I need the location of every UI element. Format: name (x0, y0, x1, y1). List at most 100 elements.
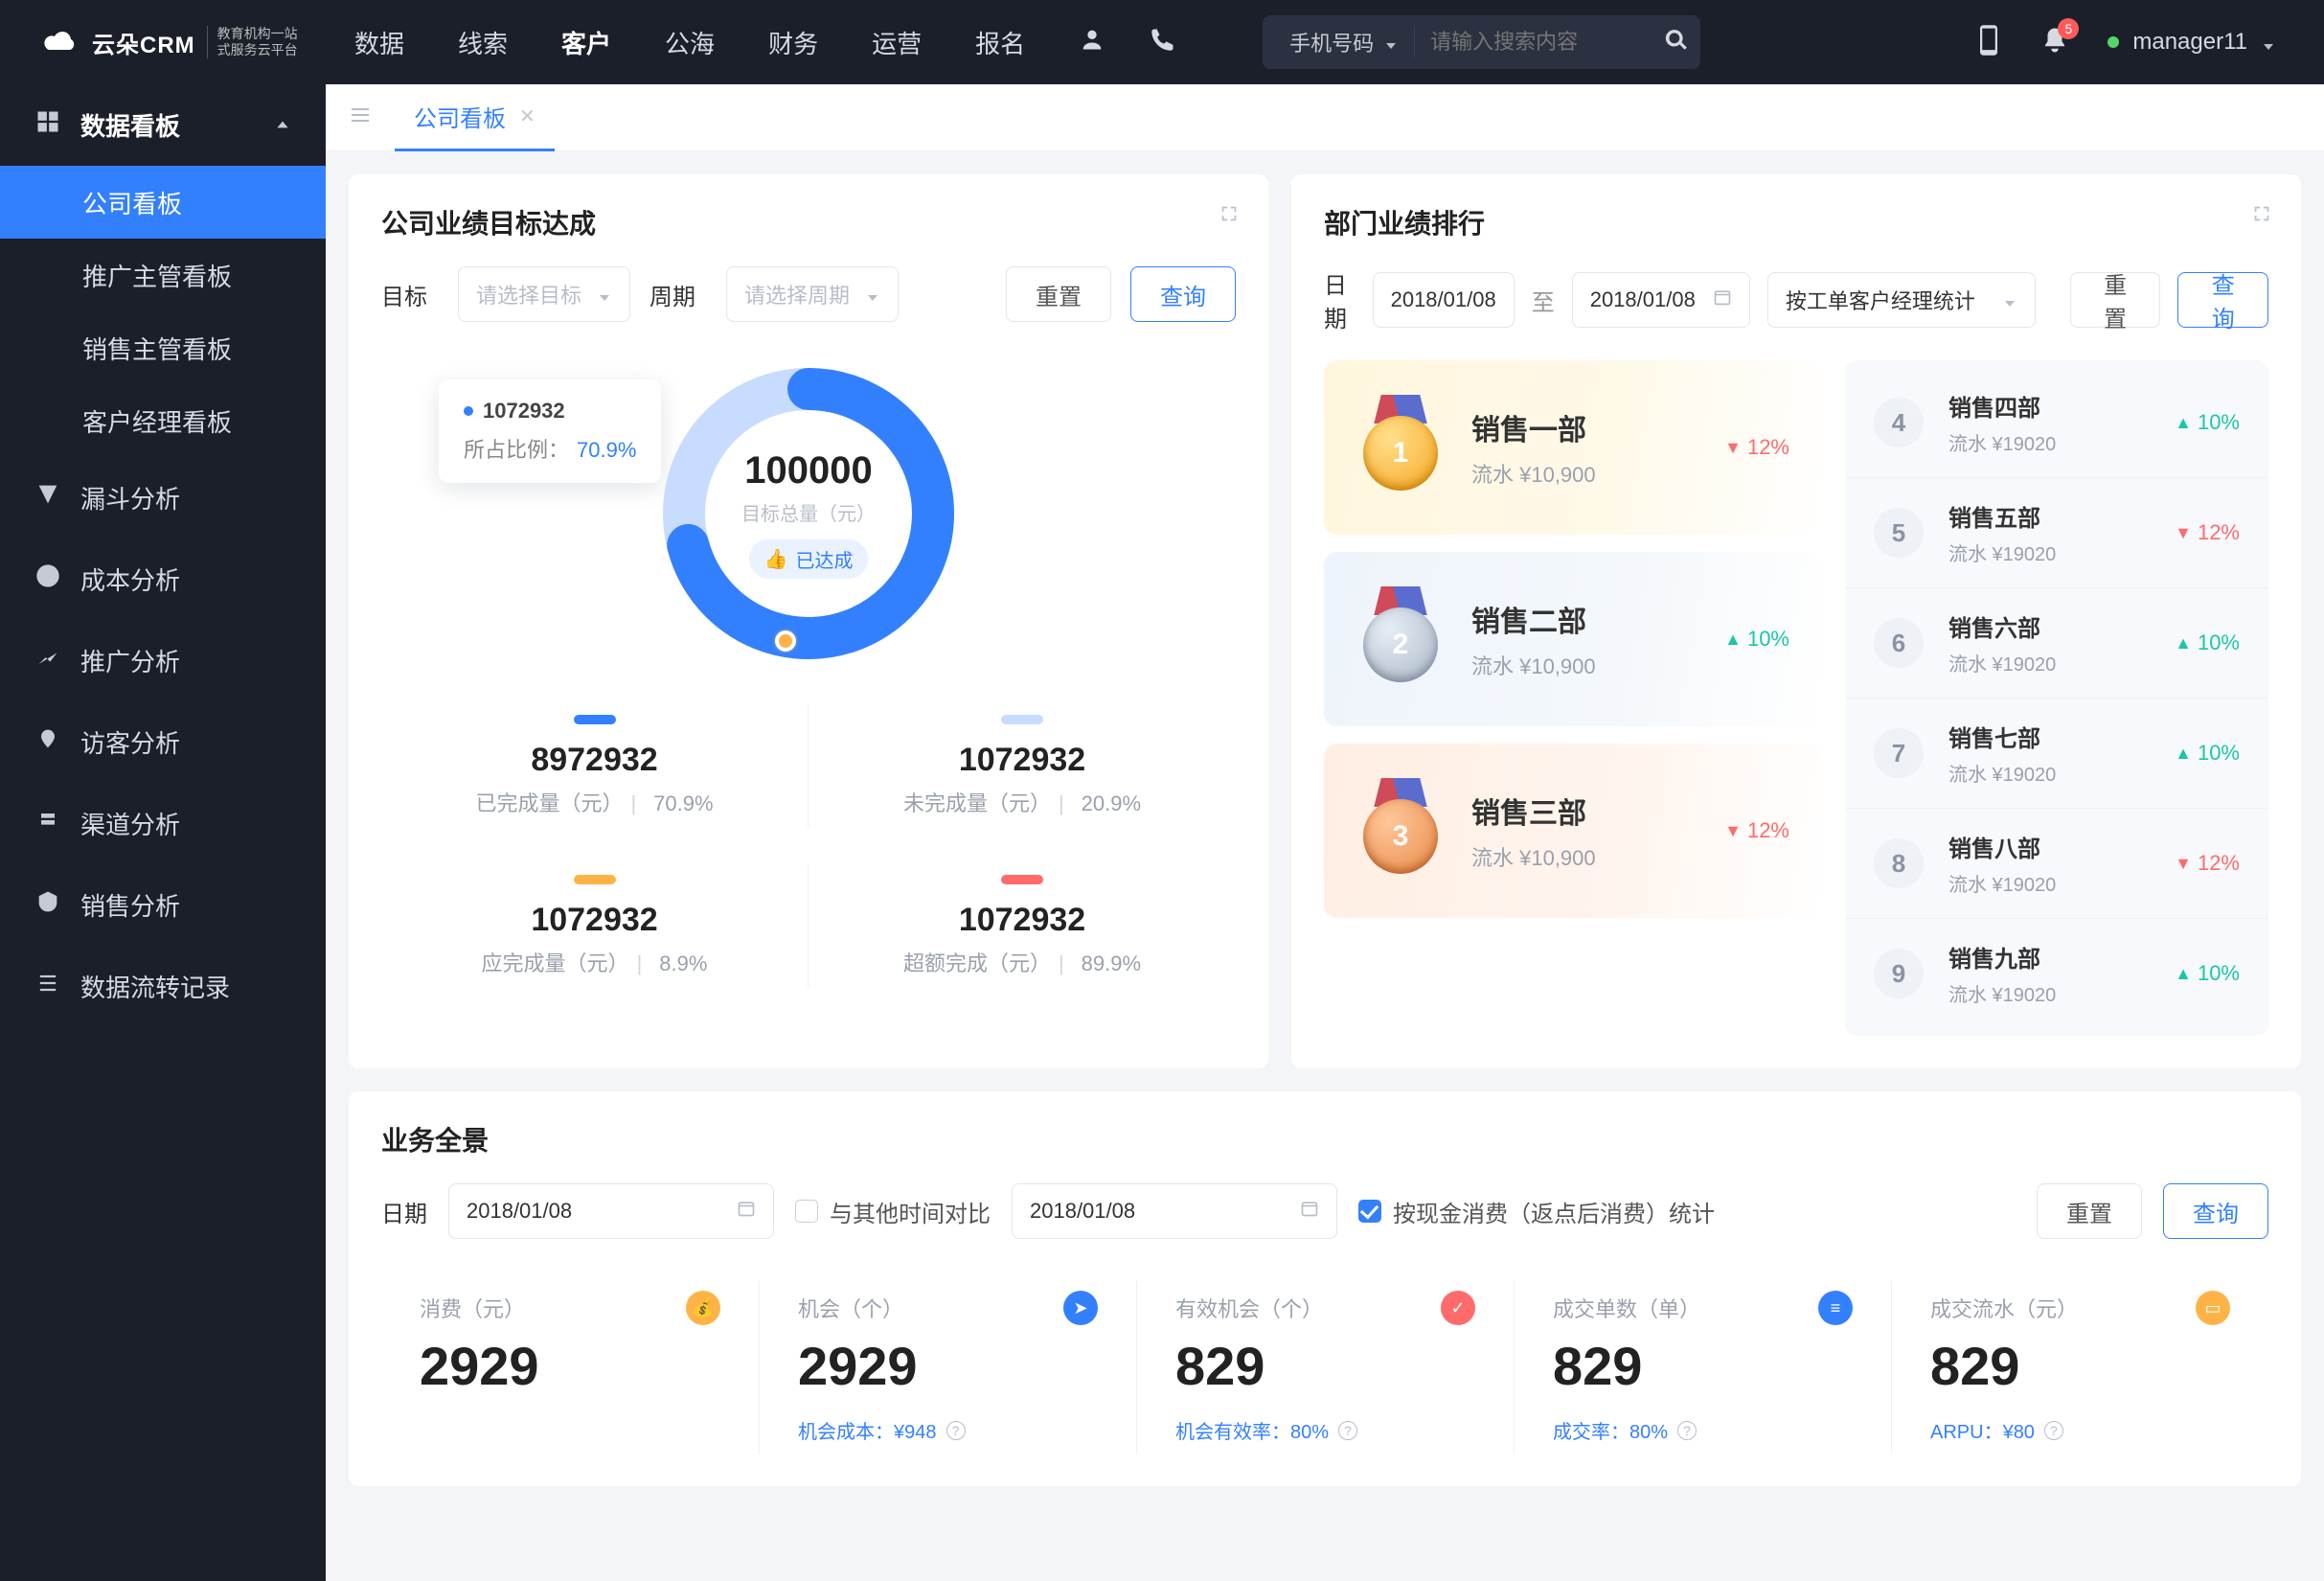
logo[interactable]: 云朵CRM 教育机构一站式服务云平台 (0, 26, 326, 59)
compare-checkbox[interactable]: 与其他时间对比 (795, 1195, 991, 1228)
nav-公海[interactable]: 公海 (665, 25, 715, 60)
overview-date1-input[interactable]: 2018/01/08 (448, 1183, 774, 1239)
target-select[interactable]: 请选择目标 (458, 266, 630, 322)
trend-up-icon: ▲10% (2175, 961, 2240, 986)
user-icon[interactable] (1079, 26, 1105, 59)
sidebar-icon (34, 888, 61, 922)
tabbar: 公司看板✕ (326, 84, 2324, 151)
metric-bar-icon (574, 715, 616, 724)
bell-icon[interactable]: 5 (2040, 26, 2069, 59)
search-icon[interactable] (1664, 28, 1689, 57)
query-button[interactable]: 查询 (1130, 266, 1236, 322)
donut-center-value: 100000 (744, 449, 872, 493)
tab-0[interactable]: 公司看板✕ (395, 84, 555, 151)
podium-card-2[interactable]: 2销售二部流水 ¥10,900▲10% (1324, 552, 1822, 726)
status-dot-icon (2108, 36, 2119, 48)
device-icon[interactable] (1975, 23, 2002, 62)
sidebar-item-4[interactable]: 渠道分析 (0, 783, 326, 864)
bullet-icon (464, 406, 473, 416)
overview-title: 业务全景 (381, 1120, 2268, 1158)
nav-报名[interactable]: 报名 (975, 25, 1025, 60)
overview-date2-input[interactable]: 2018/01/08 (1012, 1183, 1337, 1239)
rank-row-7[interactable]: 7销售七部流水 ¥19020▲10% (1845, 698, 2268, 808)
query-button[interactable]: 查询 (2177, 272, 2268, 328)
trend-down-icon: ▼12% (1724, 818, 1789, 843)
help-icon[interactable]: ? (2044, 1421, 2063, 1440)
sidebar-sub-0[interactable]: 公司看板 (0, 166, 326, 239)
rank-row-6[interactable]: 6销售六部流水 ¥19020▲10% (1845, 587, 2268, 698)
chevron-down-icon (1383, 34, 1399, 50)
nav-运营[interactable]: 运营 (872, 25, 922, 60)
rank-row-4[interactable]: 4销售四部流水 ¥19020▲10% (1845, 368, 2268, 477)
medal-silver-icon: 2 (1356, 586, 1445, 692)
period-select[interactable]: 请选择周期 (726, 266, 899, 322)
stat-icon: ✓ (1441, 1291, 1475, 1325)
cash-stat-checkbox[interactable]: 按现金消费（返点后消费）统计 (1358, 1195, 1715, 1228)
trend-down-icon: ▼12% (2175, 851, 2240, 876)
expand-icon[interactable] (2251, 203, 2272, 229)
sidebar-item-0[interactable]: 漏斗分析 (0, 457, 326, 538)
stat-icon: 💰 (686, 1291, 720, 1325)
rank-list: 4销售四部流水 ¥19020▲10%5销售五部流水 ¥19020▼12%6销售六… (1845, 360, 2268, 1036)
user-menu[interactable]: manager11 (2108, 29, 2276, 56)
sidebar-sub-2[interactable]: 销售主管看板 (0, 311, 326, 384)
sidebar-icon (34, 481, 61, 515)
sidebar-sub-1[interactable]: 推广主管看板 (0, 239, 326, 311)
nav-数据[interactable]: 数据 (354, 25, 404, 60)
overview-card: 业务全景 日期 2018/01/08 与其他时间对比 2018/01/08 按现… (349, 1091, 2301, 1486)
rank-number: 7 (1874, 728, 1924, 778)
expand-icon[interactable] (1219, 203, 1240, 229)
reset-button[interactable]: 重置 (1006, 266, 1111, 322)
stat-0: 消费（元）💰2929 (381, 1281, 759, 1454)
date-to-input[interactable]: 2018/01/08 (1572, 272, 1750, 328)
statby-select[interactable]: 按工单客户经理统计 (1767, 272, 2036, 328)
stat-icon: ▭ (2196, 1291, 2230, 1325)
stat-4: 成交流水（元）▭829ARPU：¥80? (1891, 1281, 2268, 1454)
podium-card-1[interactable]: 1销售一部流水 ¥10,900▼12% (1324, 360, 1822, 535)
goal-metric-3: 1072932超额完成（元）|89.9% (809, 865, 1236, 987)
sidebar-item-3[interactable]: 访客分析 (0, 701, 326, 783)
nav-线索[interactable]: 线索 (458, 25, 508, 60)
sidebar-sub-3[interactable]: 客户经理看板 (0, 384, 326, 457)
sidebar-item-6[interactable]: 数据流转记录 (0, 946, 326, 1027)
help-icon[interactable]: ? (1338, 1421, 1357, 1440)
nav-财务[interactable]: 财务 (768, 25, 818, 60)
search-type-select[interactable]: 手机号码 (1274, 27, 1415, 57)
reset-button[interactable]: 重置 (2037, 1183, 2142, 1239)
rank-row-8[interactable]: 8销售八部流水 ¥19020▼12% (1845, 808, 2268, 918)
goal-card-title: 公司业绩目标达成 (381, 203, 1236, 241)
sidebar-item-1[interactable]: 成本分析 (0, 538, 326, 620)
main: 公司看板✕ 公司业绩目标达成 目标 请选择目标 周期 请选择周期 重置 查询 (326, 84, 2324, 1581)
sidebar-header-dashboard[interactable]: 数据看板 (0, 84, 326, 166)
donut-marker-icon (775, 630, 796, 652)
close-icon[interactable]: ✕ (519, 104, 535, 128)
sidebar-icon (34, 562, 61, 596)
search-input[interactable] (1415, 30, 1664, 55)
goal-card: 公司业绩目标达成 目标 请选择目标 周期 请选择周期 重置 查询 (349, 174, 1268, 1068)
date-label: 日期 (1324, 266, 1356, 333)
phone-icon[interactable] (1150, 26, 1176, 59)
query-button[interactable]: 查询 (2163, 1183, 2268, 1239)
date-from-input[interactable]: 2018/01/08 (1373, 272, 1515, 328)
nav-客户[interactable]: 客户 (561, 25, 611, 60)
hamburger-icon[interactable] (349, 103, 372, 131)
rank-row-9[interactable]: 9销售九部流水 ¥19020▲10% (1845, 918, 2268, 1028)
reset-button[interactable]: 重置 (2070, 272, 2161, 328)
chevron-down-icon (597, 286, 612, 302)
help-icon[interactable]: ? (946, 1421, 966, 1440)
donut-center-sub: 目标总量（元） (741, 498, 876, 526)
rank-number: 6 (1874, 618, 1924, 668)
podium-card-3[interactable]: 3销售三部流水 ¥10,900▼12% (1324, 744, 1822, 918)
chevron-down-icon (2002, 292, 2017, 308)
rank-row-5[interactable]: 5销售五部流水 ¥19020▼12% (1845, 477, 2268, 587)
medal-bronze-icon: 3 (1356, 778, 1445, 883)
sidebar-icon (34, 807, 61, 840)
calendar-icon (1713, 287, 1732, 312)
metric-bar-icon (1001, 715, 1043, 724)
sidebar-item-5[interactable]: 销售分析 (0, 864, 326, 946)
top-right: 5 manager11 (1975, 23, 2324, 62)
help-icon[interactable]: ? (1677, 1421, 1697, 1440)
trend-down-icon: ▼12% (2175, 520, 2240, 545)
sidebar-item-2[interactable]: 推广分析 (0, 620, 326, 701)
thumb-up-icon: 👍 (764, 547, 788, 571)
